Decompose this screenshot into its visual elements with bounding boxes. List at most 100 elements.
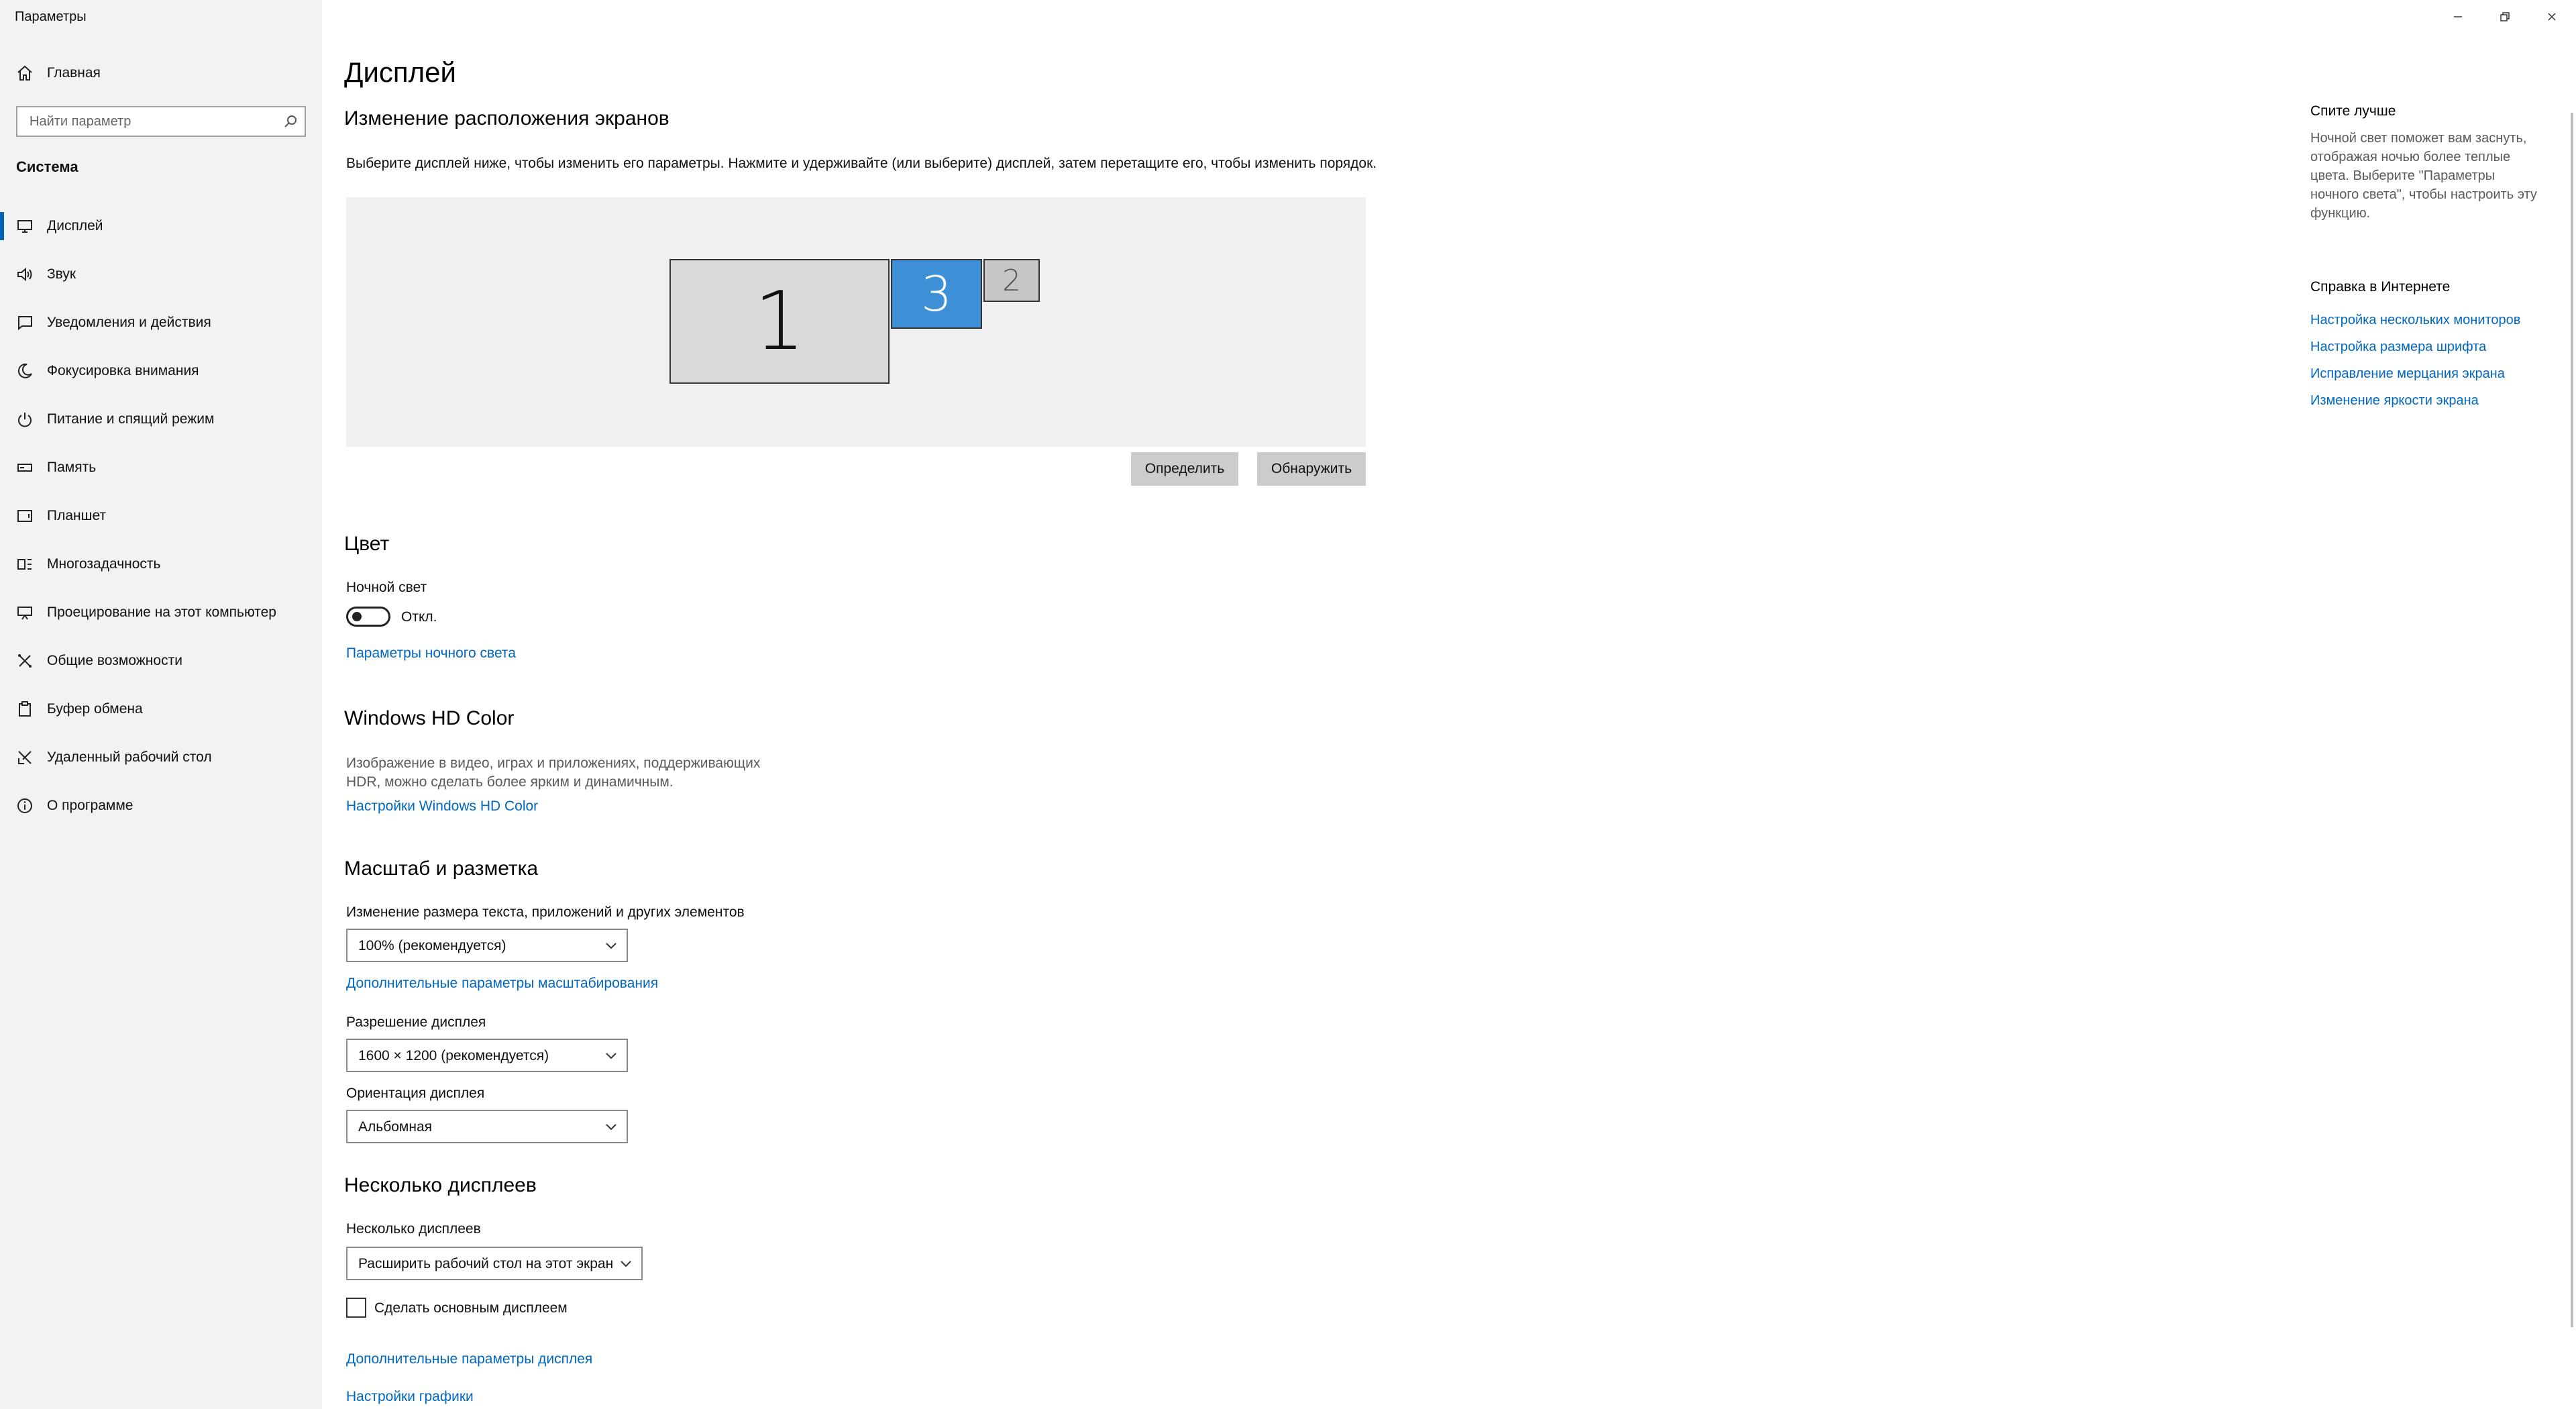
sidebar-item-label: Главная	[47, 65, 101, 81]
arrangement-description: Выберите дисплей ниже, чтобы изменить ег…	[346, 156, 1377, 171]
sidebar-item-clipboard[interactable]: Буфер обмена	[0, 686, 322, 733]
sleep-text-line: функцию.	[2310, 206, 2371, 221]
arrangement-heading: Изменение расположения экранов	[344, 107, 669, 129]
make-main-display-label: Сделать основным дисплеем	[374, 1300, 568, 1316]
sidebar-item-projecting[interactable]: Проецирование на этот компьютер	[0, 589, 322, 636]
remote-desktop-icon	[15, 747, 35, 768]
sidebar-item-shared-experiences[interactable]: Общие возможности	[0, 637, 322, 684]
close-icon	[2548, 13, 2556, 21]
sidebar-item-label: Память	[47, 460, 97, 475]
storage-icon	[15, 458, 35, 478]
sleep-text-line: отображая ночью более теплые	[2310, 150, 2511, 164]
sleep-text-line: Ночной свет поможет вам заснуть,	[2310, 131, 2527, 146]
sidebar-item-display[interactable]: Дисплей	[0, 203, 322, 250]
sidebar-item-label: Планшет	[47, 508, 107, 523]
night-light-label: Ночной свет	[346, 580, 427, 595]
scale-dropdown[interactable]: 100% (рекомендуется)	[346, 929, 628, 962]
help-link-brightness[interactable]: Изменение яркости экрана	[2310, 393, 2479, 409]
scrollbar[interactable]	[2571, 113, 2573, 1327]
hdr-heading: Windows HD Color	[344, 707, 515, 729]
multitasking-icon	[15, 554, 35, 574]
sidebar: Параметры Главная Система Дисплей Звук У…	[0, 0, 322, 1409]
search-box[interactable]	[16, 106, 306, 137]
resolution-dropdown[interactable]: 1600 × 1200 (рекомендуется)	[346, 1039, 628, 1072]
monitor-2[interactable]: 2	[983, 259, 1040, 302]
hdr-description-line2: HDR, можно сделать более ярким и динамич…	[346, 774, 674, 790]
sidebar-item-label: Звук	[47, 266, 76, 282]
sidebar-item-label: О программе	[47, 798, 133, 813]
speaker-icon	[15, 264, 35, 284]
close-button[interactable]	[2529, 0, 2575, 34]
monitor-3-selected[interactable]: 3	[891, 259, 982, 329]
graphics-settings-link[interactable]: Настройки графики	[346, 1389, 474, 1405]
sidebar-item-label: Уведомления и действия	[47, 315, 211, 330]
sidebar-item-label: Дисплей	[47, 218, 103, 233]
sidebar-section-title: Система	[16, 158, 78, 175]
toggle-knob	[352, 612, 362, 621]
chevron-down-icon	[606, 1053, 616, 1059]
sidebar-item-multitasking[interactable]: Многозадачность	[0, 541, 322, 588]
monitor-1[interactable]: 1	[669, 259, 890, 384]
sidebar-item-storage[interactable]: Память	[0, 444, 322, 491]
info-icon	[15, 796, 35, 816]
sidebar-item-about[interactable]: О программе	[0, 782, 322, 829]
sidebar-item-home[interactable]: Главная	[0, 50, 322, 97]
sidebar-item-label: Проецирование на этот компьютер	[47, 605, 276, 620]
orientation-dropdown[interactable]: Альбомная	[346, 1110, 628, 1143]
clipboard-icon	[15, 699, 35, 719]
make-main-display-checkbox[interactable]	[346, 1298, 366, 1318]
search-input[interactable]	[28, 107, 270, 136]
detect-button[interactable]: Обнаружить	[1257, 452, 1366, 486]
multiple-displays-heading: Несколько дисплеев	[344, 1174, 537, 1196]
scale-value: 100% (рекомендуется)	[358, 938, 506, 953]
sidebar-item-tablet[interactable]: Планшет	[0, 492, 322, 539]
projector-icon	[15, 603, 35, 623]
hdr-settings-link[interactable]: Настройки Windows HD Color	[346, 798, 538, 815]
night-light-settings-link[interactable]: Параметры ночного света	[346, 645, 516, 662]
shared-icon	[15, 651, 35, 671]
sidebar-item-focus-assist[interactable]: Фокусировка внимания	[0, 348, 322, 395]
sleep-text-line: цвета. Выберите "Параметры	[2310, 168, 2496, 183]
display-arrangement-area[interactable]: 1 3 2	[346, 197, 1366, 447]
minimize-button[interactable]	[2435, 0, 2481, 34]
scale-heading: Масштаб и разметка	[344, 857, 539, 880]
online-help-heading: Справка в Интернете	[2310, 279, 2451, 295]
power-icon	[15, 409, 35, 429]
identify-button[interactable]: Определить	[1131, 452, 1238, 486]
sleep-text-line: ночного света", чтобы настроить эту	[2310, 187, 2537, 202]
sleep-better-heading: Спите лучше	[2310, 103, 2396, 119]
multiple-displays-dropdown[interactable]: Расширить рабочий стол на этот экран	[346, 1247, 643, 1280]
resolution-label: Разрешение дисплея	[346, 1014, 486, 1030]
sidebar-item-label: Удаленный рабочий стол	[47, 749, 212, 765]
advanced-scaling-link[interactable]: Дополнительные параметры масштабирования	[346, 976, 658, 992]
minimize-icon	[2454, 16, 2462, 17]
scale-label: Изменение размера текста, приложений и д…	[346, 904, 745, 920]
sidebar-item-remote-desktop[interactable]: Удаленный рабочий стол	[0, 734, 322, 781]
night-light-toggle[interactable]	[346, 607, 390, 627]
sleep-better-text: Ночной свет поможет вам заснуть, отображ…	[2310, 129, 2559, 223]
sidebar-item-notifications[interactable]: Уведомления и действия	[0, 299, 322, 346]
page-title: Дисплей	[344, 56, 456, 88]
multiple-displays-label: Несколько дисплеев	[346, 1221, 481, 1237]
multiple-displays-value: Расширить рабочий стол на этот экран	[358, 1256, 614, 1271]
help-link-font-size[interactable]: Настройка размера шрифта	[2310, 340, 2486, 355]
orientation-label: Ориентация дисплея	[346, 1086, 485, 1101]
help-link-multiple-monitors[interactable]: Настройка нескольких мониторов	[2310, 313, 2520, 328]
sidebar-item-power[interactable]: Питание и спящий режим	[0, 396, 322, 443]
sidebar-item-sound[interactable]: Звук	[0, 251, 322, 298]
moon-icon	[15, 361, 35, 381]
sidebar-item-label: Буфер обмена	[47, 701, 143, 717]
resolution-value: 1600 × 1200 (рекомендуется)	[358, 1048, 549, 1063]
hdr-description-line1: Изображение в видео, играх и приложениях…	[346, 755, 761, 771]
title-bar	[0, 0, 2576, 36]
monitor-icon	[15, 216, 35, 236]
help-link-screen-flicker[interactable]: Исправление мерцания экрана	[2310, 366, 2505, 382]
advanced-display-link[interactable]: Дополнительные параметры дисплея	[346, 1351, 592, 1367]
sidebar-item-label: Питание и спящий режим	[47, 411, 215, 427]
home-icon	[15, 63, 35, 83]
restore-button[interactable]	[2482, 0, 2528, 34]
sidebar-item-label: Фокусировка внимания	[47, 363, 199, 378]
color-heading: Цвет	[344, 533, 390, 555]
search-icon[interactable]	[283, 114, 298, 129]
notification-icon	[15, 313, 35, 333]
